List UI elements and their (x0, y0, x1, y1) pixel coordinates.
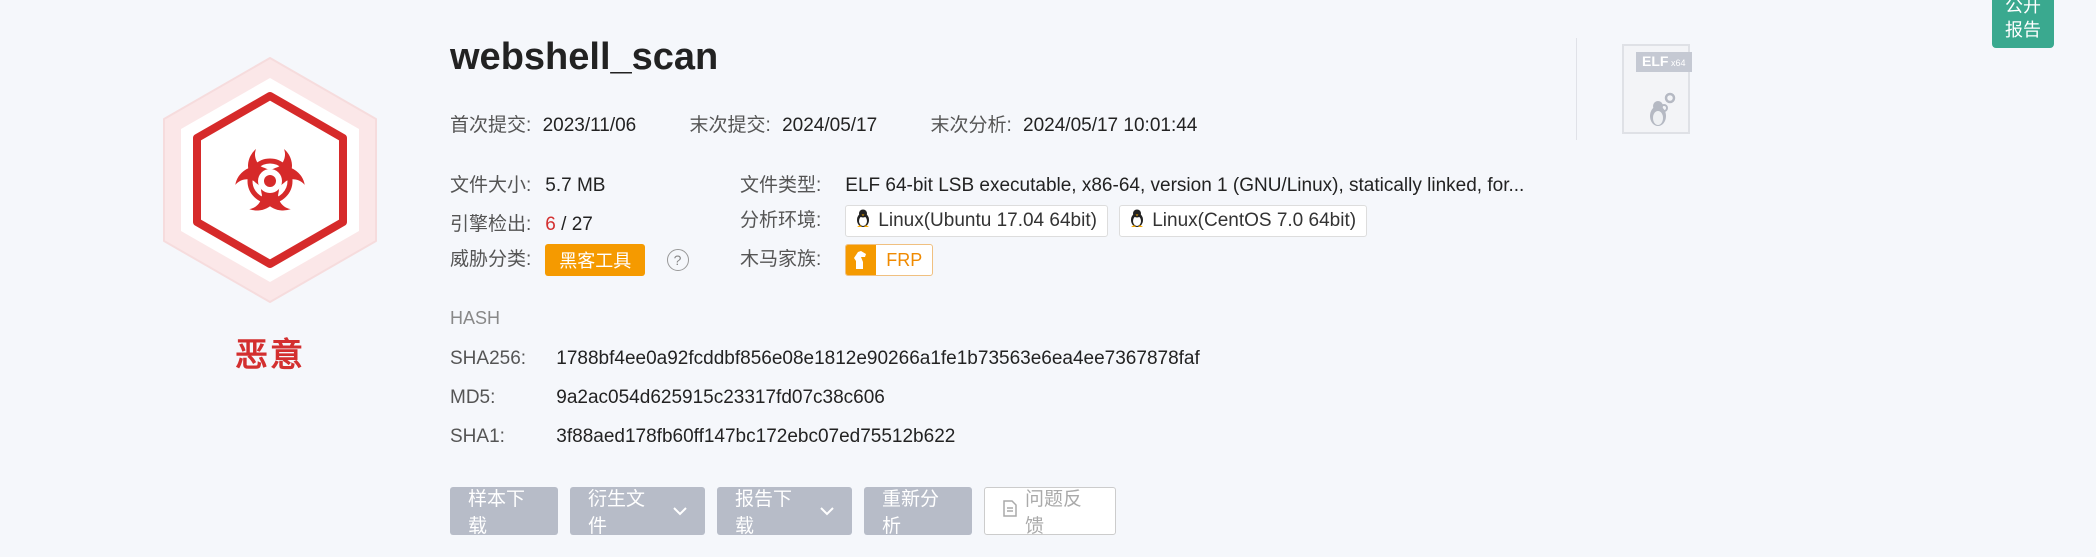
file-size-label: 文件大小: (450, 175, 532, 196)
chevron-down-icon (673, 503, 687, 519)
report-download-button[interactable]: 报告下载 (717, 487, 852, 537)
first-submit: 首次提交: 2023/11/06 (450, 115, 642, 136)
derived-files-label: 衍生文件 (588, 489, 646, 537)
sha256-value[interactable]: 1788bf4ee0a92fcddbf856e08e1812e90266a1fe… (556, 348, 1200, 369)
env-chip-label: Linux(Ubuntu 17.04 64bit) (878, 210, 1097, 231)
feedback-button[interactable]: 问题反馈 (984, 487, 1116, 537)
analysis-env-row: 分析环境: Linux(Ubuntu 17.04 64bit) Linux(Ce… (740, 205, 1373, 237)
report-download-label: 报告下载 (735, 489, 793, 537)
linux-tux-icon (1130, 209, 1144, 233)
trojan-horse-icon (846, 245, 877, 275)
threat-row: 威胁分类: 黑客工具 ? (450, 244, 689, 276)
public-report-line1: 公开 (2005, 0, 2041, 16)
family-chip[interactable]: FRP (845, 244, 934, 276)
md5-value[interactable]: 9a2ac054d625915c23317fd07c38c606 (556, 387, 885, 408)
md5-label: MD5: (450, 387, 496, 408)
report-page: 恶意 webshell_scan 首次提交: 2023/11/06 末次提交: … (0, 0, 2096, 557)
first-submit-label: 首次提交: (450, 115, 532, 136)
sha256-row: SHA256: 1788bf4ee0a92fcddbf856e08e1812e9… (450, 348, 1200, 370)
detection-separator: / (555, 214, 572, 235)
last-submit: 末次提交: 2024/05/17 (690, 115, 883, 136)
public-report-button[interactable]: 公开 报告 (1992, 0, 2054, 48)
last-analysis: 末次分析: 2024/05/17 10:01:44 (930, 115, 1197, 136)
elf-file-icon: ELF x64 (1622, 44, 1692, 134)
download-sample-label: 样本下载 (468, 489, 526, 537)
family-label: 木马家族: (740, 249, 822, 271)
verdict-panel: 恶意 (140, 50, 400, 380)
feedback-label: 问题反馈 (1025, 489, 1083, 537)
file-name-title: webshell_scan (450, 36, 719, 78)
threat-label: 威胁分类: (450, 249, 532, 271)
elf-badge-text: ELF (1642, 53, 1669, 69)
action-bar: 样本下载 衍生文件 报告下载 重新分析 问题反馈 (450, 487, 1116, 537)
sha1-row: SHA1: 3f88aed178fb60ff147bc172ebc07ed755… (450, 426, 955, 448)
detection-label: 引擎检出: (450, 214, 532, 235)
derived-files-button[interactable]: 衍生文件 (570, 487, 705, 537)
env-chip-ubuntu[interactable]: Linux(Ubuntu 17.04 64bit) (845, 205, 1108, 237)
elf-arch-text: x64 (1671, 58, 1686, 68)
family-name: FRP (886, 249, 923, 270)
hash-heading: HASH (450, 308, 501, 328)
last-analysis-label: 末次分析: (930, 115, 1012, 136)
sha1-label: SHA1: (450, 426, 505, 447)
env-chip-centos[interactable]: Linux(CentOS 7.0 64bit) (1119, 205, 1368, 237)
file-size-value: 5.7 MB (545, 175, 606, 196)
family-row: 木马家族: FRP (740, 244, 934, 276)
file-type-value: ELF 64-bit LSB executable, x86-64, versi… (845, 175, 1525, 196)
sha1-value[interactable]: 3f88aed178fb60ff147bc172ebc07ed75512b622 (556, 426, 955, 447)
help-icon[interactable]: ? (666, 249, 689, 271)
linux-tux-icon (856, 209, 870, 233)
file-type-row: 文件类型: ELF 64-bit LSB executable, x86-64,… (740, 170, 1524, 197)
submission-dates: 首次提交: 2023/11/06 末次提交: 2024/05/17 末次分析: … (450, 110, 1245, 137)
md5-row: MD5: 9a2ac054d625915c23317fd07c38c606 (450, 387, 885, 409)
last-submit-label: 末次提交: (689, 115, 771, 136)
detection-hits: 6 (545, 214, 556, 235)
biohazard-icon (140, 50, 400, 310)
reanalyze-button[interactable]: 重新分析 (864, 487, 972, 537)
public-report-line2: 报告 (2005, 20, 2041, 40)
detection-row: 引擎检出: 6 / 27 (450, 209, 593, 236)
detection-total: 27 (571, 214, 593, 235)
file-size-row: 文件大小: 5.7 MB (450, 170, 605, 197)
last-analysis-value: 2024/05/17 10:01:44 (1023, 115, 1198, 136)
file-type-label: 文件类型: (740, 175, 822, 196)
document-icon (1003, 499, 1017, 523)
analysis-env-label: 分析环境: (740, 210, 822, 232)
chevron-down-icon (820, 503, 834, 519)
verdict-label: 恶意 (235, 336, 305, 373)
first-submit-value: 2023/11/06 (542, 115, 637, 136)
last-submit-value: 2024/05/17 (782, 115, 878, 136)
env-chip-label: Linux(CentOS 7.0 64bit) (1152, 210, 1357, 231)
sha256-label: SHA256: (450, 348, 527, 369)
threat-tag: 黑客工具 (545, 244, 646, 276)
reanalyze-label: 重新分析 (882, 489, 940, 537)
vertical-divider (1576, 38, 1577, 140)
download-sample-button[interactable]: 样本下载 (450, 487, 558, 537)
